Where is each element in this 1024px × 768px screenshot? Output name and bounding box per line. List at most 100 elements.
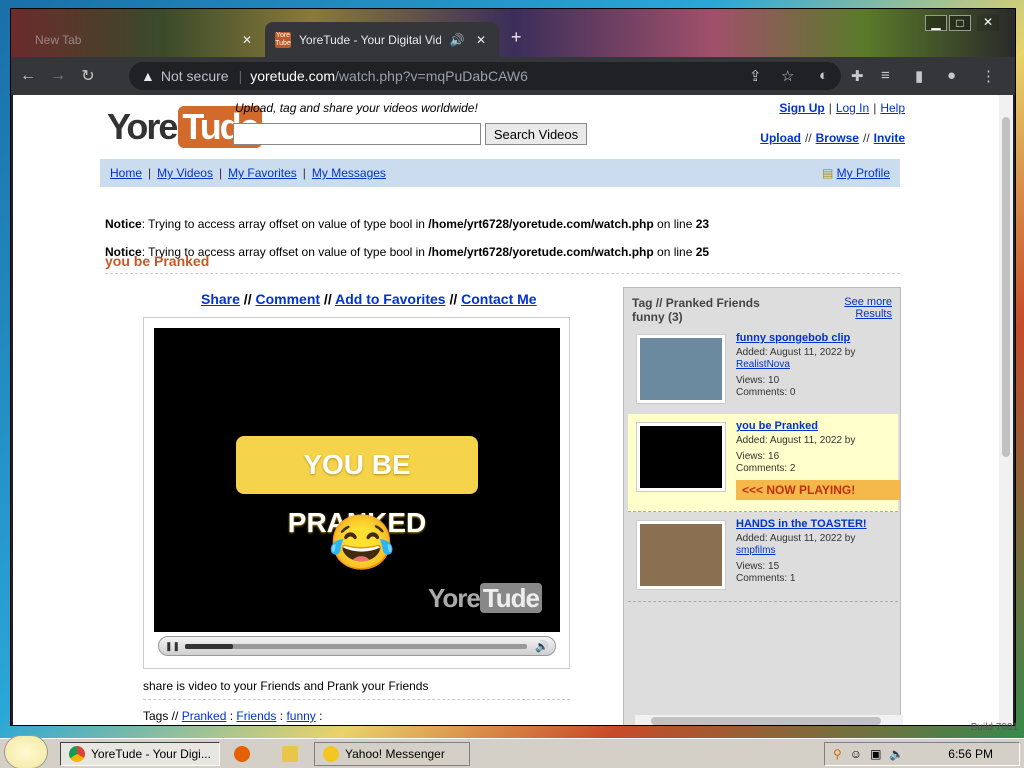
nav-my-videos[interactable]: My Videos: [157, 166, 213, 180]
related-user-link[interactable]: smpfilms: [736, 545, 775, 556]
related-title-link[interactable]: HANDS in the TOASTER!: [736, 518, 867, 530]
tab-new-tab[interactable]: New Tab ✕: [25, 22, 265, 57]
desktop: New Tab ✕ Yore Tube YoreTude - Your Digit…: [0, 0, 1024, 768]
video-actions: Share // Comment // Add to Favorites // …: [201, 291, 537, 307]
yahoo-messenger-icon: [323, 746, 339, 762]
related-item[interactable]: funny spongebob clip Added: August 11, 2…: [628, 326, 898, 416]
warning-icon[interactable]: ▲: [141, 68, 155, 84]
search-videos-button[interactable]: Search Videos: [485, 123, 587, 145]
tag-link[interactable]: funny: [286, 709, 315, 723]
related-title-link[interactable]: funny spongebob clip: [736, 332, 850, 344]
speaker-icon[interactable]: 🔊: [449, 33, 465, 47]
volume-tray-icon[interactable]: 🔈: [889, 747, 904, 761]
profile-avatar-icon[interactable]: ●: [947, 67, 956, 84]
related-item[interactable]: HANDS in the TOASTER! Added: August 11, …: [628, 512, 898, 602]
notice-on: on line: [653, 245, 696, 259]
browse-link[interactable]: Browse: [816, 131, 859, 145]
related-heading: Tag // Pranked Friends funny (3): [632, 296, 760, 324]
vertical-scrollbar[interactable]: [999, 95, 1013, 725]
close-tab-icon[interactable]: ✕: [473, 33, 489, 47]
address-bar[interactable]: ▲ Not secure | yoretude.com /watch.php?v…: [129, 62, 841, 90]
close-window-icon[interactable]: ✕: [977, 15, 999, 31]
see-more-link[interactable]: See more: [844, 296, 892, 308]
start-button[interactable]: [4, 735, 48, 768]
comment-link[interactable]: Comment: [255, 291, 320, 307]
system-tray: ⚲ ☺ ▣ 🔈 6:56 PM: [824, 742, 1020, 766]
volume-icon[interactable]: 🔊: [535, 640, 549, 653]
sign-up-link[interactable]: Sign Up: [779, 101, 824, 115]
notice-line: 23: [695, 217, 710, 231]
close-tab-icon[interactable]: ✕: [239, 33, 255, 47]
search-input[interactable]: [233, 123, 481, 145]
main-navbar: Home | My Videos | My Favorites | My Messag…: [100, 159, 900, 187]
taskbar-item-yahoo[interactable]: Yahoo! Messenger: [314, 742, 470, 766]
chrome-icon: [69, 746, 85, 762]
video-title: you be Pranked: [105, 253, 210, 269]
bookmark-star-icon[interactable]: ☆: [781, 67, 794, 85]
tag-link[interactable]: Friends: [236, 709, 276, 723]
video-frame[interactable]: YOU BE PRANKED 😂 Yore Tude: [154, 328, 560, 632]
related-item-now-playing[interactable]: you be Pranked Added: August 11, 2022 by…: [628, 414, 900, 512]
laughing-emoji-icon: 😂: [328, 513, 396, 573]
nav-my-messages[interactable]: My Messages: [312, 166, 386, 180]
my-profile-link[interactable]: My Profile: [837, 166, 890, 180]
address-separator: |: [238, 68, 243, 84]
php-notice: Notice: Trying to access array offset on…: [105, 217, 709, 231]
notice-text: : Trying to access array offset on value…: [141, 217, 429, 231]
forward-icon[interactable]: →: [45, 67, 71, 85]
nav-my-favorites[interactable]: My Favorites: [228, 166, 297, 180]
horizontal-scrollbar[interactable]: [635, 715, 903, 725]
back-icon[interactable]: ←: [15, 67, 41, 85]
related-views: Views: 15: [736, 561, 780, 572]
related-added: Added: August 11, 2022 by: [736, 533, 856, 544]
extensions-puzzle-icon[interactable]: ✚: [851, 67, 864, 85]
search-icon[interactable]: ⚲: [833, 747, 842, 761]
invite-link[interactable]: Invite: [874, 131, 905, 145]
scroll-thumb[interactable]: [651, 717, 881, 725]
minimize-icon[interactable]: ▁: [925, 15, 947, 31]
my-profile: ▤ My Profile: [822, 166, 890, 180]
clock[interactable]: 6:56 PM: [948, 747, 993, 761]
folder-icon[interactable]: [282, 746, 298, 762]
help-link[interactable]: Help: [880, 101, 905, 115]
related-title-link[interactable]: you be Pranked: [736, 420, 818, 432]
new-tab-icon[interactable]: +: [511, 27, 522, 48]
video-thumbnail[interactable]: [636, 422, 726, 492]
video-tags: Tags // Pranked : Friends : funny :: [143, 709, 323, 723]
results-link[interactable]: Results: [855, 308, 892, 320]
share-link[interactable]: Share: [201, 291, 240, 307]
upload-link[interactable]: Upload: [760, 131, 801, 145]
page-viewport: Yore Tude Upload, tag and share your vid…: [13, 95, 1013, 725]
tag-link[interactable]: Pranked: [182, 709, 227, 723]
yoretude-watermark: Yore Tude: [428, 583, 542, 614]
video-thumbnail[interactable]: [636, 334, 726, 404]
network-icon[interactable]: ▣: [870, 747, 881, 761]
see-more-results: See more Results: [844, 296, 892, 320]
extension-flag-icon[interactable]: ◐: [819, 67, 828, 84]
seek-bar[interactable]: [185, 643, 528, 649]
log-in-link[interactable]: Log In: [836, 101, 869, 115]
video-player: YOU BE PRANKED 😂 Yore Tude ❚❚ 🔊: [143, 317, 570, 669]
tab-yoretude[interactable]: Yore Tube YoreTude - Your Digital Vide 🔊 …: [265, 22, 499, 57]
security-label[interactable]: Not secure: [161, 68, 229, 84]
notice-path: /home/yrt6728/yoretude.com/watch.php: [428, 245, 654, 259]
scroll-thumb[interactable]: [1002, 117, 1010, 457]
pause-icon[interactable]: ❚❚: [165, 641, 180, 652]
firefox-icon[interactable]: [234, 746, 250, 762]
profile-icon: ▤: [821, 166, 837, 180]
side-panel-icon[interactable]: ▮: [915, 67, 923, 85]
media-queue-icon[interactable]: ≡: [881, 67, 890, 84]
menu-kebab-icon[interactable]: ⋮: [981, 67, 996, 85]
notice-on: on line: [653, 217, 696, 231]
share-icon[interactable]: ⇪: [749, 67, 762, 85]
maximize-icon[interactable]: □: [949, 15, 971, 31]
contact-me-link[interactable]: Contact Me: [461, 291, 536, 307]
reload-icon[interactable]: ↻: [75, 66, 101, 86]
related-comments: Comments: 0: [736, 387, 796, 398]
nav-home[interactable]: Home: [110, 166, 142, 180]
taskbar-item-browser[interactable]: YoreTude - Your Digi...: [60, 742, 220, 766]
messenger-tray-icon[interactable]: ☺: [850, 747, 862, 761]
add-to-favorites-link[interactable]: Add to Favorites: [335, 291, 445, 307]
related-user-link[interactable]: RealistNova: [736, 359, 790, 370]
video-thumbnail[interactable]: [636, 520, 726, 590]
